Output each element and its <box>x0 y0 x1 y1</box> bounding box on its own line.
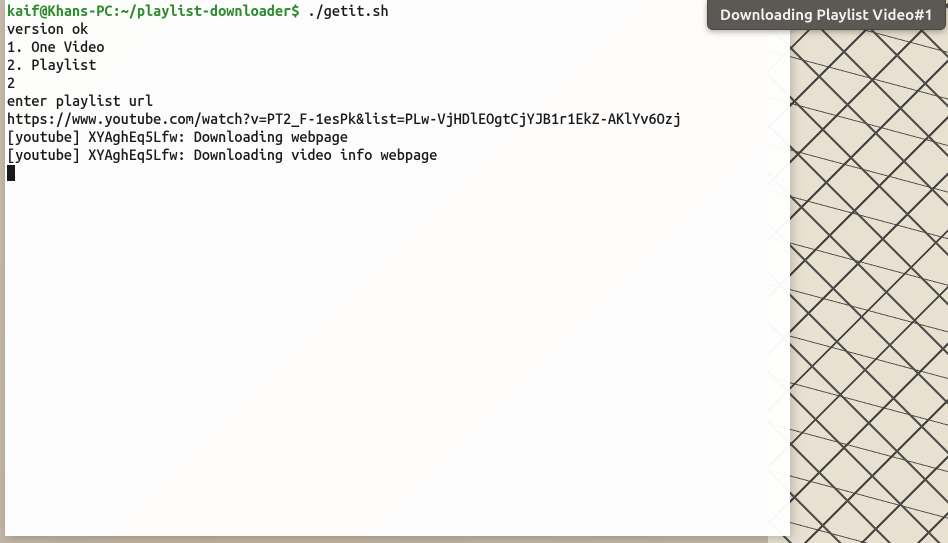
terminal-output-line: 2 <box>7 74 788 92</box>
prompt-path: ~/playlist-downloader <box>121 2 292 19</box>
download-notification[interactable]: Downloading Playlist Video#1 <box>707 0 946 30</box>
terminal-output-line: enter playlist url <box>7 92 788 110</box>
prompt-separator: : <box>113 2 121 19</box>
terminal-output-line: 1. One Video <box>7 38 788 56</box>
terminal-prompt-line: kaif@Khans-PC:~/playlist-downloader$ ./g… <box>7 2 788 20</box>
prompt-dollar: $ <box>291 2 299 19</box>
terminal-output-line: [youtube] XYAghEq5Lfw: Downloading video… <box>7 146 788 164</box>
cursor-block <box>7 165 15 181</box>
terminal-output-line: [youtube] XYAghEq5Lfw: Downloading webpa… <box>7 128 788 146</box>
terminal-output-line: 2. Playlist <box>7 56 788 74</box>
terminal-command: ./getit.sh <box>307 2 388 19</box>
terminal-window[interactable]: kaif@Khans-PC:~/playlist-downloader$ ./g… <box>5 0 790 536</box>
terminal-output-line: version ok <box>7 20 788 38</box>
terminal-cursor-line <box>7 164 788 182</box>
prompt-user-host: kaif@Khans-PC <box>7 2 113 19</box>
desktop-wallpaper-pattern <box>768 0 948 543</box>
terminal-output-line: https://www.youtube.com/watch?v=PT2_F-1e… <box>7 110 788 128</box>
notification-text: Downloading Playlist Video#1 <box>720 6 933 23</box>
